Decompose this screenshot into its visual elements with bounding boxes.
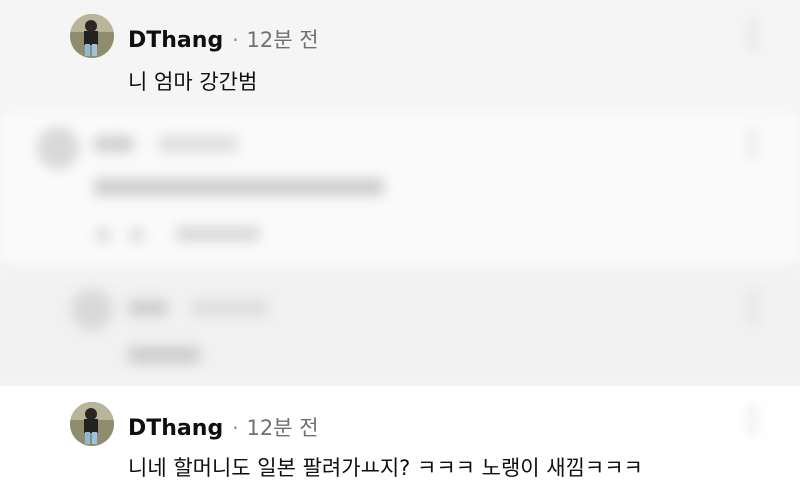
avatar xyxy=(36,126,80,170)
more-vert-icon[interactable] xyxy=(749,20,757,53)
comment-header: DThang · 12분 전 xyxy=(128,412,319,442)
more-vert-icon xyxy=(749,294,757,327)
comment-1: DThang · 12분 전 니 엄마 강간범 xyxy=(0,0,800,105)
comment-2: DThang · 12분 전 니네 할머니도 일본 팔려가ㅛ지? ㅋㅋㅋ 노랭이… xyxy=(0,386,800,497)
more-vert-icon xyxy=(749,130,757,163)
separator-dot: · xyxy=(232,28,239,52)
blurred-comment xyxy=(0,112,800,262)
comment-text: 니네 할머니도 일본 팔려가ㅛ지? ㅋㅋㅋ 노랭이 새낌ㅋㅋㅋ xyxy=(128,456,643,480)
comment-time[interactable]: 12분 전 xyxy=(247,412,319,442)
avatar xyxy=(70,288,114,332)
comment-author[interactable]: DThang xyxy=(128,416,223,441)
avatar[interactable] xyxy=(70,14,114,58)
avatar[interactable] xyxy=(70,402,114,446)
more-vert-icon[interactable] xyxy=(749,406,757,439)
separator-dot: · xyxy=(232,416,239,440)
blurred-reply xyxy=(0,272,800,380)
comment-text: 니 엄마 강간범 xyxy=(128,70,258,94)
comment-header: DThang · 12분 전 xyxy=(128,24,319,54)
comment-author[interactable]: DThang xyxy=(128,28,223,53)
comment-time[interactable]: 12분 전 xyxy=(247,24,319,54)
